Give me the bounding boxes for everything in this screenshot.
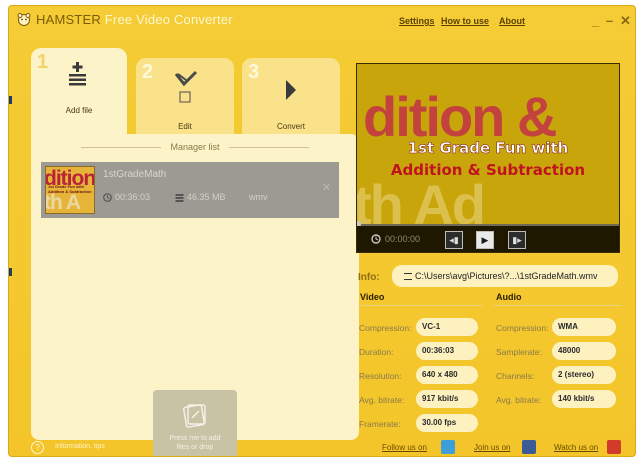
file-format: wmv (249, 192, 268, 202)
video-field-value: 917 kbit/s (416, 390, 478, 408)
step-label: Convert (276, 122, 305, 131)
audio-field-label: Channels: (496, 371, 535, 381)
step-label: Edit (178, 122, 192, 131)
next-frame-icon: ▮▸ (512, 235, 522, 245)
duration-icon (103, 193, 112, 202)
file-size: 46.35 MB (187, 192, 226, 202)
app-title-light: Free Video Converter (100, 12, 233, 27)
video-field-label: Compression: (359, 323, 412, 333)
convert-icon (286, 80, 296, 100)
menu-settings[interactable]: Settings (399, 16, 435, 26)
audio-field-value: 140 kbit/s (552, 390, 616, 408)
file-size-icon (175, 194, 184, 202)
remove-file-icon[interactable]: ✕ (322, 181, 331, 194)
edge-marker (9, 268, 12, 276)
preview-title-line1: 1st Grade Fun with (407, 139, 569, 158)
audio-field-label: Avg. bitrate: (496, 395, 542, 405)
thumb-text: th A (45, 191, 81, 214)
divider (229, 147, 309, 148)
video-field-value: 00:36:03 (416, 342, 478, 360)
video-field-label: Resolution: (359, 371, 402, 381)
prev-frame-icon: ◂▮ (449, 235, 459, 245)
video-field-value: 30.00 fps (416, 414, 478, 432)
info-icon[interactable]: ? (31, 441, 44, 454)
menu-about[interactable]: About (499, 16, 525, 26)
video-preview: dition & th Ad 1st Grade Fun with Additi… (356, 63, 620, 253)
info-tips-text: Information, tips (55, 443, 105, 450)
file-path-icon (404, 273, 412, 281)
facebook-icon[interactable] (522, 440, 536, 454)
step-add-file[interactable]: 1 Add file (31, 48, 127, 138)
file-thumbnail: dition 1st Grade Fun with Addition & Sub… (45, 166, 95, 214)
audio-field-value: WMA (552, 318, 616, 336)
file-duration: 00:36:03 (115, 192, 151, 202)
video-field-label: Avg. bitrate: (359, 395, 405, 405)
step-number: 2 (142, 61, 154, 83)
video-field-label: Duration: (359, 347, 394, 357)
edit-icon (174, 70, 198, 103)
file-path: C:\Users\avg\Pictures\?...\1stGradeMath.… (415, 271, 598, 281)
play-button[interactable]: ▶ (476, 231, 494, 249)
audio-field-label: Samplerate: (496, 347, 542, 357)
media-info-panel: Info: C:\Users\avg\Pictures\?...\1stGrad… (354, 261, 624, 441)
file-path-field: C:\Users\avg\Pictures\?...\1stGradeMath.… (392, 265, 618, 287)
step-convert[interactable]: 3 Convert (242, 58, 340, 138)
video-field-label: Framerate: (359, 419, 401, 429)
app-title: HAMSTER Free Video Converter (36, 12, 233, 27)
app-window: HAMSTER Free Video Converter Settings Ho… (8, 5, 636, 457)
next-frame-button[interactable]: ▮▸ (508, 231, 526, 249)
video-field-value: VC-1 (416, 318, 478, 336)
edge-marker (9, 96, 12, 104)
preview-title-line2: Addition & Subtraction (390, 161, 586, 179)
twitter-icon[interactable] (441, 440, 455, 454)
add-files-icon (183, 404, 206, 428)
audio-field-value: 48000 (552, 342, 616, 360)
audio-section-title: Audio (496, 292, 522, 302)
watch-us-link[interactable]: Watch us on (554, 443, 598, 452)
manager-list-panel: Manager list dition 1st Grade Fun with A… (31, 134, 359, 456)
file-row[interactable]: dition 1st Grade Fun with Addition & Sub… (41, 162, 339, 218)
title-bar: HAMSTER Free Video Converter Settings Ho… (9, 6, 635, 34)
file-name: 1stGradeMath (103, 169, 167, 180)
manager-list-title: Manager list (170, 142, 220, 152)
menu-how-to-use[interactable]: How to use (441, 16, 489, 26)
restore-button[interactable]: – (606, 13, 613, 28)
add-file-icon (69, 62, 86, 86)
play-icon: ▶ (481, 235, 489, 245)
close-button[interactable]: ✕ (620, 13, 631, 29)
step-label: Add file (65, 106, 93, 115)
join-us-link[interactable]: Join us on (474, 443, 510, 452)
audio-field-value: 2 (stereo) (552, 366, 616, 384)
youtube-icon[interactable] (607, 440, 621, 454)
divider (494, 305, 622, 306)
clock-icon (371, 234, 381, 244)
status-bar: ? Information, tips Follow us on Join us… (9, 438, 635, 456)
video-field-value: 640 x 480 (416, 366, 478, 384)
app-title-dark: HAMSTER (36, 12, 101, 27)
step-number: 3 (248, 61, 260, 83)
audio-field-label: Compression: (496, 323, 549, 333)
prev-frame-button[interactable]: ◂▮ (445, 231, 463, 249)
info-label: Info: (358, 272, 380, 283)
hamster-logo-icon (17, 13, 31, 26)
step-edit[interactable]: 2 Edit (136, 58, 234, 138)
step-number: 1 (37, 51, 49, 73)
divider (358, 305, 482, 306)
follow-us-link[interactable]: Follow us on (382, 443, 427, 452)
minimize-button[interactable]: _ (592, 13, 599, 28)
left-panel: 1 Add file 2 Edit 3 Convert Manager list… (31, 48, 359, 456)
video-section-title: Video (360, 292, 385, 302)
playback-time: 00:00:00 (385, 234, 421, 244)
